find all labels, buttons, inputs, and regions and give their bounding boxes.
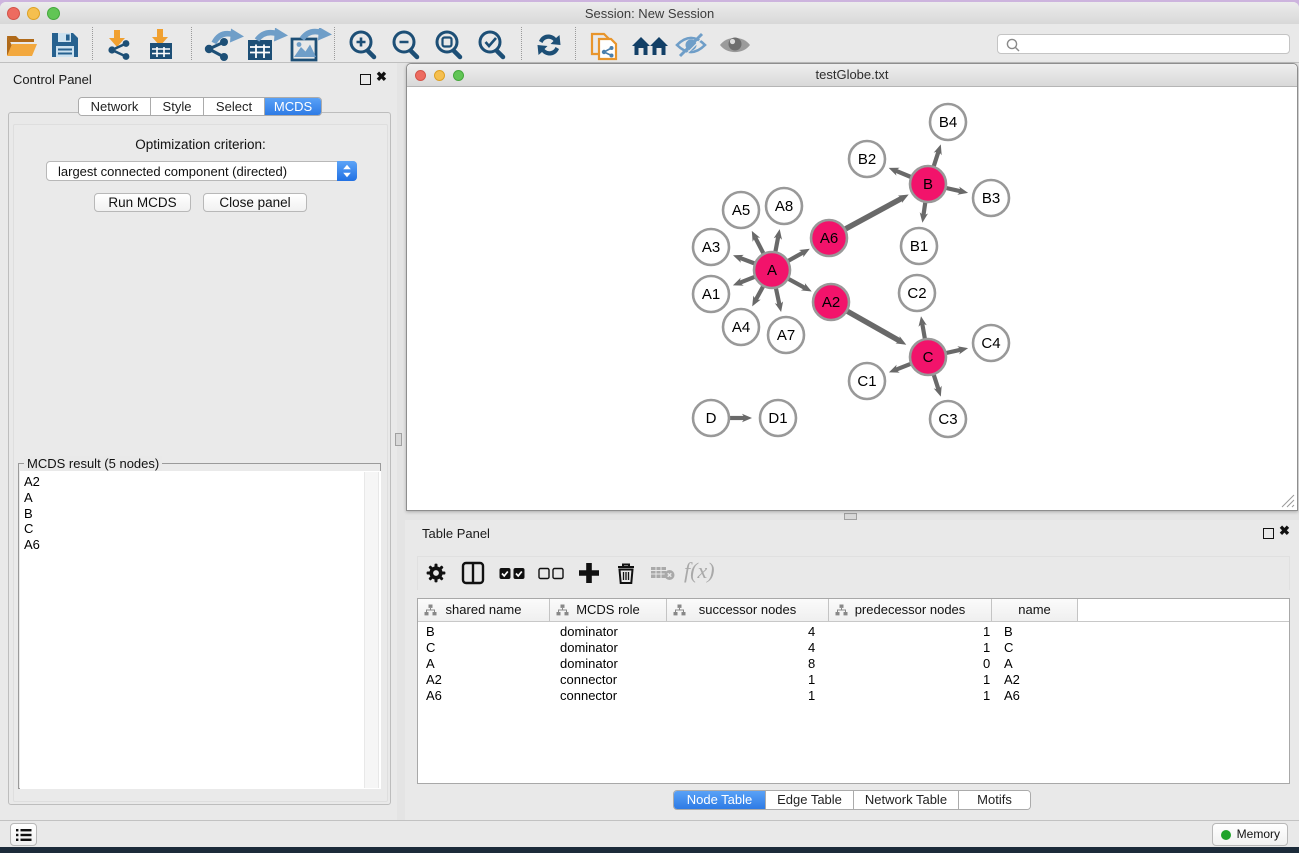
svg-text:C4: C4 [981,335,1000,352]
svg-text:A: A [767,262,777,279]
svg-text:A8: A8 [775,198,793,215]
svg-text:B4: B4 [939,114,957,131]
svg-text:A4: A4 [732,319,750,336]
svg-text:C1: C1 [857,373,876,390]
svg-text:A2: A2 [822,294,840,311]
svg-text:B1: B1 [910,238,928,255]
svg-text:A6: A6 [820,230,838,247]
svg-text:C: C [923,349,934,366]
svg-text:B: B [923,176,933,193]
svg-text:C2: C2 [907,285,926,302]
svg-text:A1: A1 [702,286,720,303]
svg-text:A7: A7 [777,327,795,344]
svg-text:A5: A5 [732,202,750,219]
svg-text:D: D [706,410,717,427]
svg-text:C3: C3 [938,411,957,428]
svg-text:A3: A3 [702,239,720,256]
svg-text:B2: B2 [858,151,876,168]
svg-text:B3: B3 [982,190,1000,207]
svg-text:D1: D1 [768,410,787,427]
